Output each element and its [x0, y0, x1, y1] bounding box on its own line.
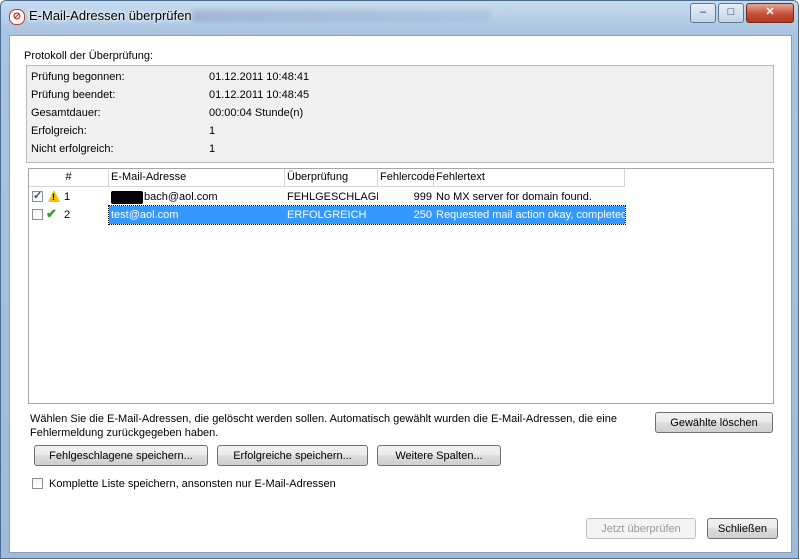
minimize-button[interactable]: –	[690, 3, 716, 23]
row-checkbox[interactable]	[32, 209, 43, 220]
maximize-button[interactable]: □	[718, 3, 744, 23]
delete-selected-button[interactable]: Gewählte löschen	[655, 412, 773, 433]
column-header-error-text[interactable]: Fehlertext	[434, 169, 625, 186]
error-code-cell: 250	[413, 209, 432, 221]
protocol-row-value: 01.12.2011 10:48:45	[207, 86, 769, 104]
checkbox-check-icon: ✓	[33, 190, 43, 202]
save-full-list-label: Komplette Liste speichern, ansonsten nur…	[49, 478, 336, 490]
column-header-error-code[interactable]: Fehlercode	[378, 169, 435, 186]
more-columns-button[interactable]: Weitere Spalten...	[377, 445, 501, 466]
no-entry-icon: ⊘	[9, 9, 25, 25]
email-cell: bach@aol.com	[109, 188, 285, 206]
table-row-selected[interactable]: ✔ 2 test@aol.com ERFOLGREICH 250 Request…	[29, 205, 626, 225]
table-header: # E-Mail-Adresse Überprüfung Fehlercode …	[29, 169, 625, 187]
protocol-row-value: 00:00:04 Stunde(n)	[207, 104, 769, 122]
window-title: E-Mail-Adressen überprüfen	[29, 8, 192, 23]
column-header-number[interactable]: #	[29, 169, 109, 186]
warning-icon: !	[48, 190, 60, 202]
dialog-body: Protokoll der Überprüfung: Prüfung begon…	[9, 35, 792, 553]
error-code-cell: 999	[413, 191, 432, 203]
row-selection-highlight: test@aol.com ERFOLGREICH 250 Requested m…	[108, 205, 626, 225]
check-status-cell: FEHLGESCHLAGEN	[287, 191, 378, 203]
check-now-button[interactable]: Jetzt überprüfen	[586, 518, 696, 539]
save-successful-button[interactable]: Erfolgreiche speichern...	[217, 445, 368, 466]
protocol-row-label: Prüfung begonnen:	[31, 71, 125, 83]
save-full-list-checkbox[interactable]	[32, 478, 43, 489]
protocol-row-value: 01.12.2011 10:48:41	[207, 68, 769, 86]
protocol-row-label: Gesamtdauer:	[31, 107, 101, 119]
close-button[interactable]: Schließen	[707, 518, 778, 539]
column-header-email[interactable]: E-Mail-Adresse	[109, 169, 285, 186]
error-text-cell: Requested mail action okay, completed	[436, 209, 625, 221]
check-status-cell: ERFOLGREICH	[287, 209, 367, 221]
email-results-table[interactable]: # E-Mail-Adresse Überprüfung Fehlercode …	[28, 168, 774, 404]
protocol-row-label: Nicht erfolgreich:	[31, 143, 114, 155]
row-number: 1	[64, 191, 71, 203]
protocol-label: Protokoll der Überprüfung:	[24, 50, 154, 62]
protocol-box: Prüfung begonnen: 01.12.2011 10:48:41 Pr…	[26, 65, 774, 163]
row-checkbox[interactable]: ✓	[32, 190, 43, 202]
save-failed-button[interactable]: Fehlgeschlagene speichern...	[34, 445, 208, 466]
email-text: bach@aol.com	[144, 191, 218, 203]
checkmark-icon: ✔	[46, 206, 57, 221]
column-header-check[interactable]: Überprüfung	[285, 169, 378, 186]
protocol-row-value: 1	[207, 122, 769, 140]
selection-hint-text: Wählen Sie die E-Mail-Adressen, die gelö…	[30, 413, 617, 439]
title-bar[interactable]: ⊘ E-Mail-Adressen überprüfen – □ ✕	[1, 1, 798, 31]
protocol-row-label: Prüfung beendet:	[31, 89, 116, 101]
protocol-row-value: 1	[207, 140, 769, 158]
error-text-cell: No MX server for domain found.	[436, 191, 592, 203]
close-window-button[interactable]: ✕	[746, 3, 794, 23]
row-number: 2	[64, 209, 71, 221]
email-cell: test@aol.com	[111, 209, 179, 221]
table-row[interactable]: ✓ ! 1 bach@aol.com FEHLGESCHLAGEN 999 No…	[29, 188, 625, 206]
redaction-bar	[111, 190, 143, 204]
blurred-background-text	[191, 10, 491, 22]
protocol-row-label: Erfolgreich:	[31, 125, 87, 137]
dialog-window: ⊘ E-Mail-Adressen überprüfen – □ ✕ Proto…	[0, 0, 799, 559]
